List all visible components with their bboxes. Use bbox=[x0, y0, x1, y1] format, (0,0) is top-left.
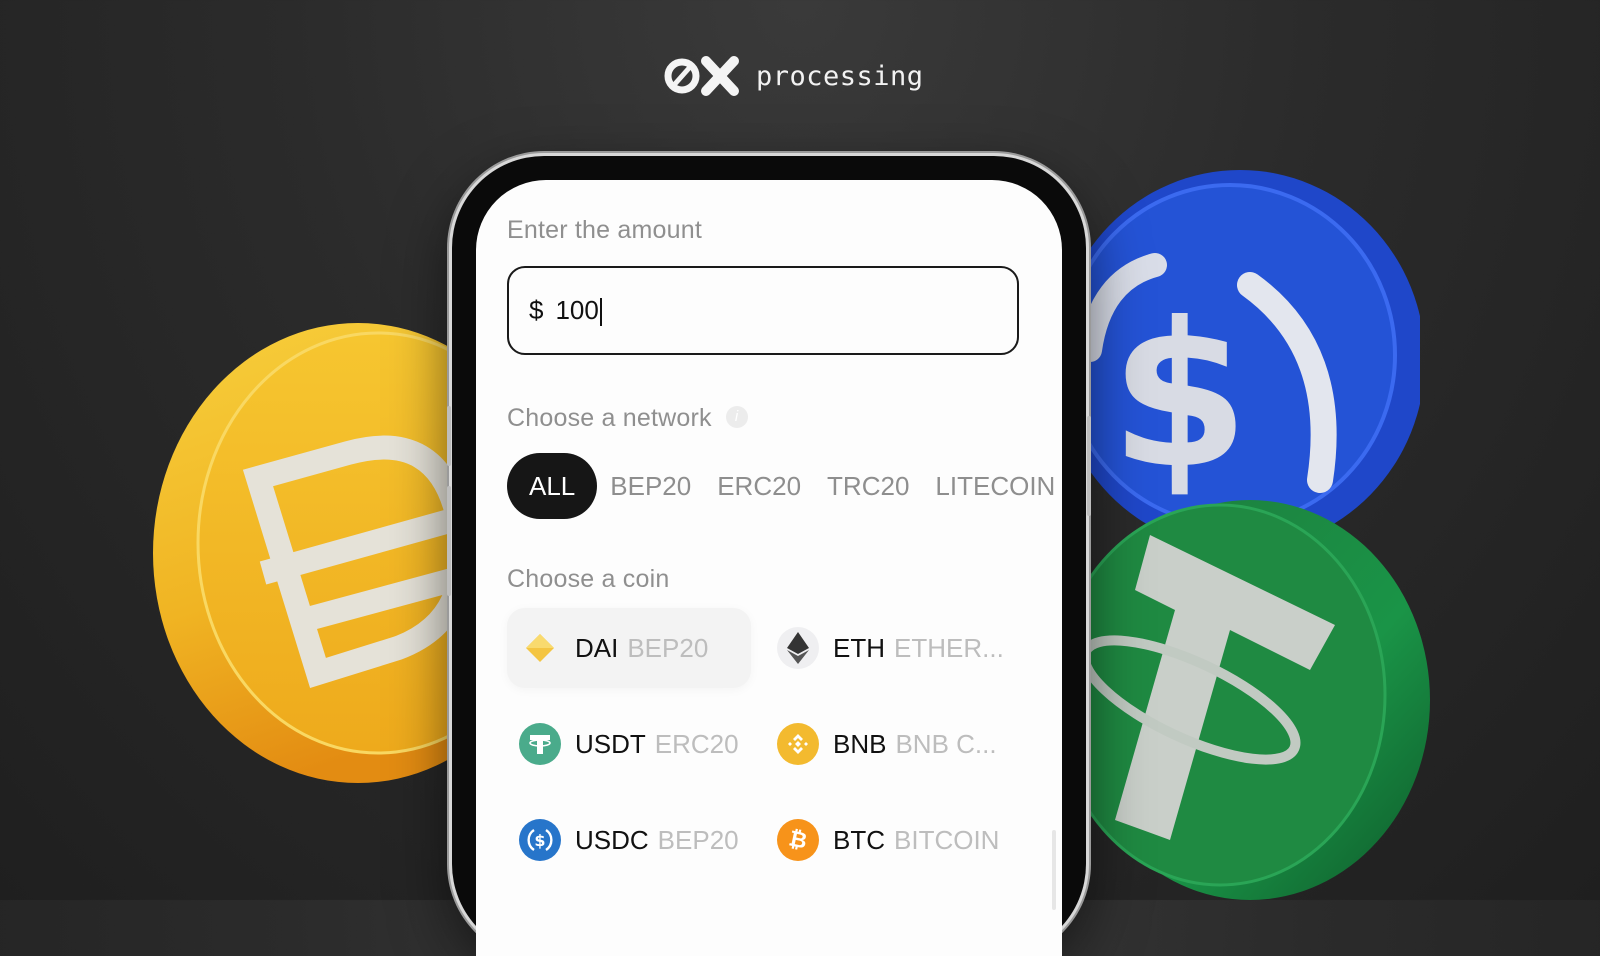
bnb-icon bbox=[777, 723, 819, 765]
currency-symbol: $ bbox=[529, 295, 544, 325]
coin-network: BEP20 bbox=[627, 632, 709, 663]
amount-label: Enter the amount bbox=[507, 216, 702, 244]
usdt-3d-coin-icon bbox=[1053, 500, 1430, 900]
coin-symbol: USDC bbox=[575, 824, 649, 855]
coin-item-usdt[interactable]: USDT ERC20 bbox=[507, 704, 751, 784]
usdc-icon: $ bbox=[519, 819, 561, 861]
network-tabs: ALL BEP20 ERC20 TRC20 LITECOIN bbox=[507, 453, 1062, 519]
coin-label: Choose a coin bbox=[507, 565, 670, 593]
text-caret bbox=[599, 298, 602, 327]
network-label: Choose a network bbox=[507, 404, 712, 432]
coin-symbol: ETH bbox=[833, 632, 885, 663]
coin-item-btc[interactable]: ₿ BTC BITCOIN bbox=[765, 800, 1025, 880]
app-screen: Enter the amount $ 100 Choose a network i… bbox=[476, 180, 1062, 956]
network-tab-erc20[interactable]: ERC20 bbox=[704, 453, 814, 519]
usdt-icon bbox=[519, 723, 561, 765]
phone-frame: Enter the amount $ 100 Choose a network i… bbox=[447, 156, 1091, 956]
network-tab-litecoin[interactable]: LITECOIN bbox=[922, 453, 1062, 519]
network-tab-trc20[interactable]: TRC20 bbox=[814, 453, 922, 519]
coin-network: ERC20 bbox=[654, 728, 739, 759]
coin-network: ETHER... bbox=[894, 632, 1004, 663]
phone-power-button bbox=[1087, 416, 1091, 516]
amount-value: 100 bbox=[555, 294, 599, 325]
0x-logo-icon bbox=[664, 56, 739, 96]
brand-header: processing bbox=[664, 56, 924, 96]
info-icon[interactable]: i bbox=[725, 406, 748, 429]
dai-3d-coin-icon bbox=[153, 323, 478, 783]
svg-text:$: $ bbox=[534, 831, 545, 850]
scrollbar[interactable] bbox=[1052, 830, 1056, 910]
btc-icon: ₿ bbox=[777, 819, 819, 861]
phone-volume-button bbox=[447, 486, 451, 596]
coin-symbol: DAI bbox=[575, 632, 619, 663]
dai-icon bbox=[519, 627, 561, 669]
coin-network: BEP20 bbox=[657, 824, 739, 855]
brand-name: processing bbox=[756, 60, 924, 92]
coin-item-dai[interactable]: DAI BEP20 bbox=[507, 608, 751, 688]
amount-input[interactable]: $ 100 bbox=[507, 266, 1019, 355]
coin-network: BITCOIN bbox=[894, 824, 1000, 855]
coin-item-bnb[interactable]: BNB BNB C... bbox=[765, 704, 1025, 784]
coin-item-eth[interactable]: ETH ETHER... bbox=[765, 608, 1025, 688]
coin-item-usdc[interactable]: $ USDC BEP20 bbox=[507, 800, 751, 880]
coin-symbol: BNB bbox=[833, 728, 887, 759]
coin-symbol: USDT bbox=[575, 728, 646, 759]
network-label-row: Choose a network i bbox=[507, 404, 748, 433]
network-tab-bep20[interactable]: BEP20 bbox=[597, 453, 704, 519]
eth-icon bbox=[777, 627, 819, 669]
network-tab-all[interactable]: ALL bbox=[507, 453, 598, 519]
coin-network: BNB C... bbox=[895, 728, 997, 759]
coin-symbol: BTC bbox=[833, 824, 885, 855]
phone-side-button bbox=[447, 406, 451, 466]
